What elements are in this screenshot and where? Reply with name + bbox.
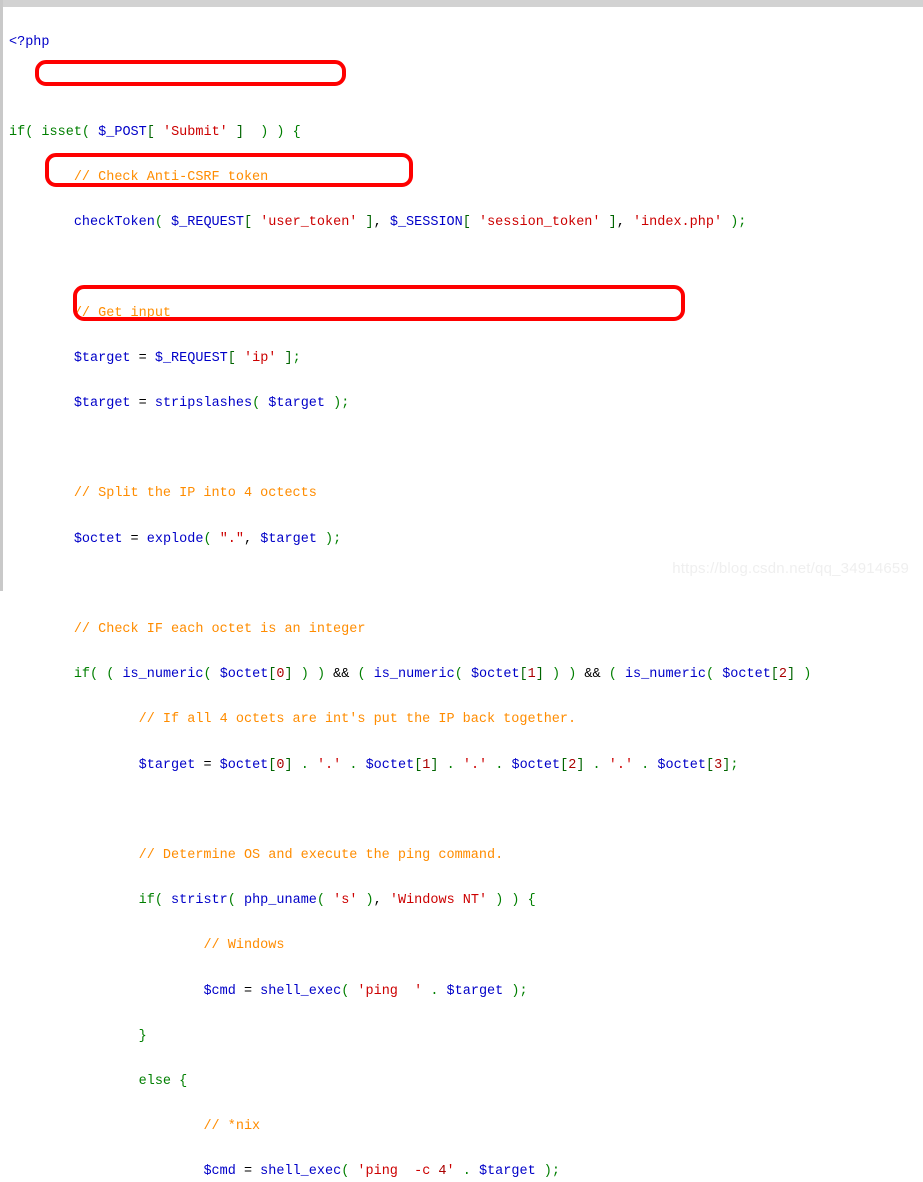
code-line: checkToken( $_REQUEST[ 'user_token' ], $… — [73, 215, 747, 231]
code-line: // Determine OS and execute the ping com… — [138, 847, 504, 863]
csdn-watermark: https://blog.csdn.net/qq_34914659 — [672, 560, 909, 577]
code-line: if( stristr( php_uname( 's' ), 'Windows … — [138, 893, 536, 909]
code-line: } — [138, 1028, 147, 1044]
code-line: else { — [138, 1073, 188, 1089]
code-line: $target = $_REQUEST[ 'ip' ]; — [73, 350, 301, 366]
code-line: // If all 4 octets are int's put the IP … — [138, 712, 577, 728]
top-gray-bar — [3, 0, 923, 7]
code-line: // *nix — [203, 1119, 261, 1135]
php-code-block: <?php if( isset( $_POST[ 'Submit' ] ) ) … — [9, 9, 923, 1182]
code-line: // Split the IP into 4 octects — [73, 486, 317, 502]
code-line: // Check IF each octet is an integer — [73, 622, 366, 638]
code-line: if( ( is_numeric( $octet[0] ) ) && ( is_… — [73, 667, 812, 683]
code-line: $octet = explode( ".", $target ); — [73, 531, 342, 547]
code-line: <?php — [9, 34, 50, 50]
code-line: $cmd = shell_exec( 'ping -c 4' . $target… — [203, 1164, 561, 1180]
code-line: $target = $octet[0] . '.' . $octet[1] . … — [138, 757, 739, 773]
code-viewer-page: <?php if( isset( $_POST[ 'Submit' ] ) ) … — [0, 0, 923, 1179]
code-line: // Windows — [203, 938, 285, 954]
code-line: $target = stripslashes( $target ); — [73, 396, 350, 412]
code-line: // Check Anti-CSRF token — [73, 170, 269, 186]
code-line: // Get input — [73, 305, 172, 321]
code-line: if( isset( $_POST[ 'Submit' ] ) ) { — [9, 124, 301, 140]
code-line: $cmd = shell_exec( 'ping ' . $target ); — [203, 983, 528, 999]
